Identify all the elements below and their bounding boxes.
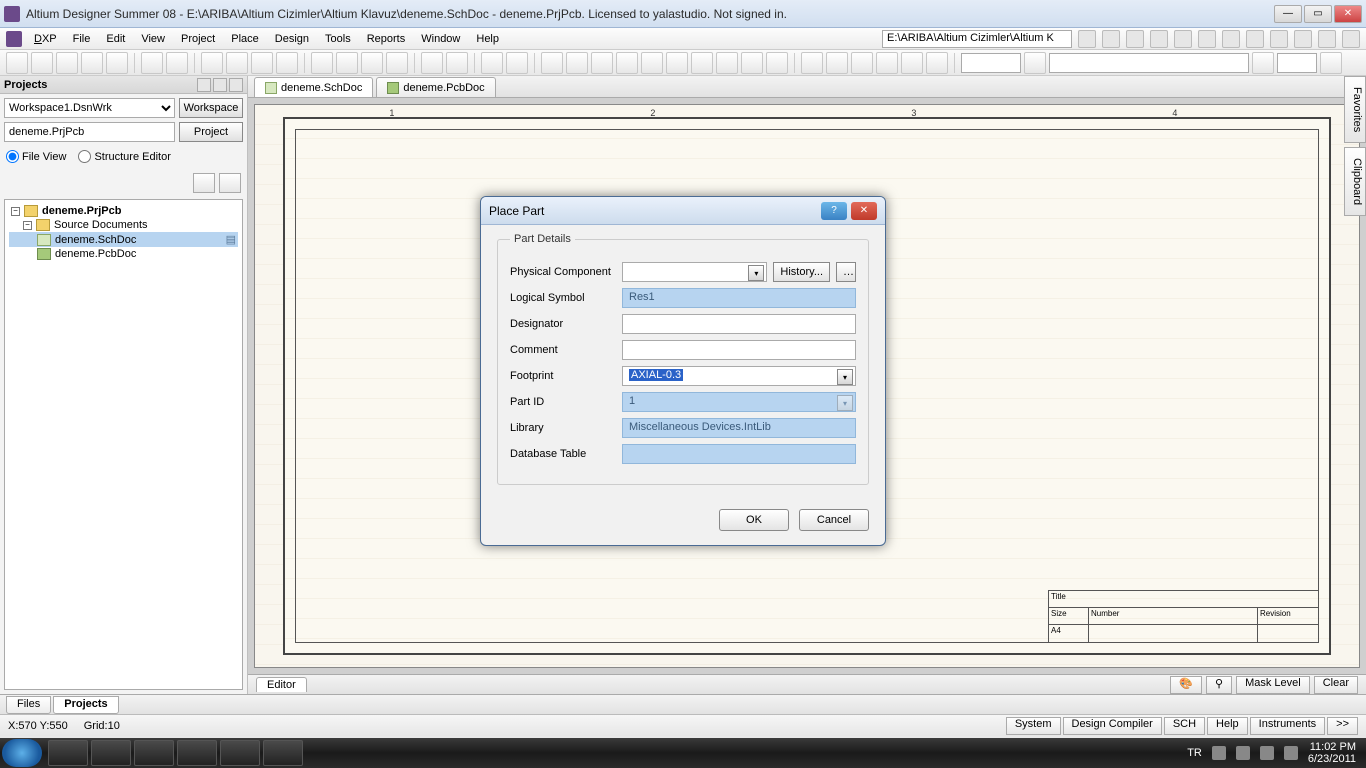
taskbar-altium-icon[interactable] (263, 740, 303, 766)
browse-button[interactable]: … (836, 262, 856, 282)
start-button[interactable] (2, 739, 42, 767)
cancel-button[interactable]: Cancel (799, 509, 869, 531)
tray-clock[interactable]: 11:02 PM 6/23/2011 (1308, 741, 1356, 765)
part-details-fieldset: Part Details Physical Component ▾ Histor… (497, 239, 869, 485)
tray-volume-icon[interactable] (1236, 746, 1250, 760)
taskbar-mediaplayer-icon[interactable] (48, 740, 88, 766)
designator-field[interactable] (622, 314, 856, 334)
place-part-dialog: Place Part ? ✕ Part Details Physical Com… (480, 196, 886, 546)
fieldset-legend: Part Details (510, 233, 575, 245)
chevron-down-icon[interactable]: ▾ (837, 369, 853, 385)
dialog-close-button[interactable]: ✕ (851, 202, 877, 220)
tray-dropbox-icon[interactable] (1284, 746, 1298, 760)
dbtable-label: Database Table (510, 448, 616, 460)
physical-component-label: Physical Component (510, 266, 616, 278)
partid-label: Part ID (510, 396, 616, 408)
chevron-down-icon: ▾ (837, 395, 853, 411)
modal-backdrop: Place Part ? ✕ Part Details Physical Com… (0, 0, 1366, 768)
logical-symbol-label: Logical Symbol (510, 292, 616, 304)
taskbar-ie-icon[interactable] (177, 740, 217, 766)
tray-flag-icon[interactable] (1212, 746, 1226, 760)
comment-label: Comment (510, 344, 616, 356)
taskbar-firefox-icon[interactable] (134, 740, 174, 766)
dialog-help-button[interactable]: ? (821, 202, 847, 220)
taskbar-word-icon[interactable] (220, 740, 260, 766)
footprint-label: Footprint (510, 370, 616, 382)
dbtable-field (622, 444, 856, 464)
library-field: Miscellaneous Devices.IntLib (622, 418, 856, 438)
logical-symbol-field: Res1 (622, 288, 856, 308)
footprint-value: AXIAL-0.3 (629, 369, 683, 381)
physical-component-combo[interactable]: ▾ (622, 262, 767, 282)
ok-button[interactable]: OK (719, 509, 789, 531)
tray-lang[interactable]: TR (1187, 747, 1202, 759)
tray-time: 11:02 PM (1308, 741, 1356, 753)
history-button[interactable]: History... (773, 262, 830, 282)
designator-label: Designator (510, 318, 616, 330)
windows-taskbar: TR 11:02 PM 6/23/2011 (0, 738, 1366, 768)
dialog-title: Place Part (489, 204, 544, 218)
tray-date: 6/23/2011 (1308, 753, 1356, 765)
partid-combo[interactable]: 1 ▾ (622, 392, 856, 412)
comment-field[interactable] (622, 340, 856, 360)
tray-network-icon[interactable] (1260, 746, 1274, 760)
footprint-combo[interactable]: AXIAL-0.3 ▾ (622, 366, 856, 386)
library-label: Library (510, 422, 616, 434)
chevron-down-icon[interactable]: ▾ (748, 265, 764, 281)
taskbar-explorer-icon[interactable] (91, 740, 131, 766)
dialog-titlebar[interactable]: Place Part ? ✕ (481, 197, 885, 225)
partid-value: 1 (629, 395, 635, 407)
